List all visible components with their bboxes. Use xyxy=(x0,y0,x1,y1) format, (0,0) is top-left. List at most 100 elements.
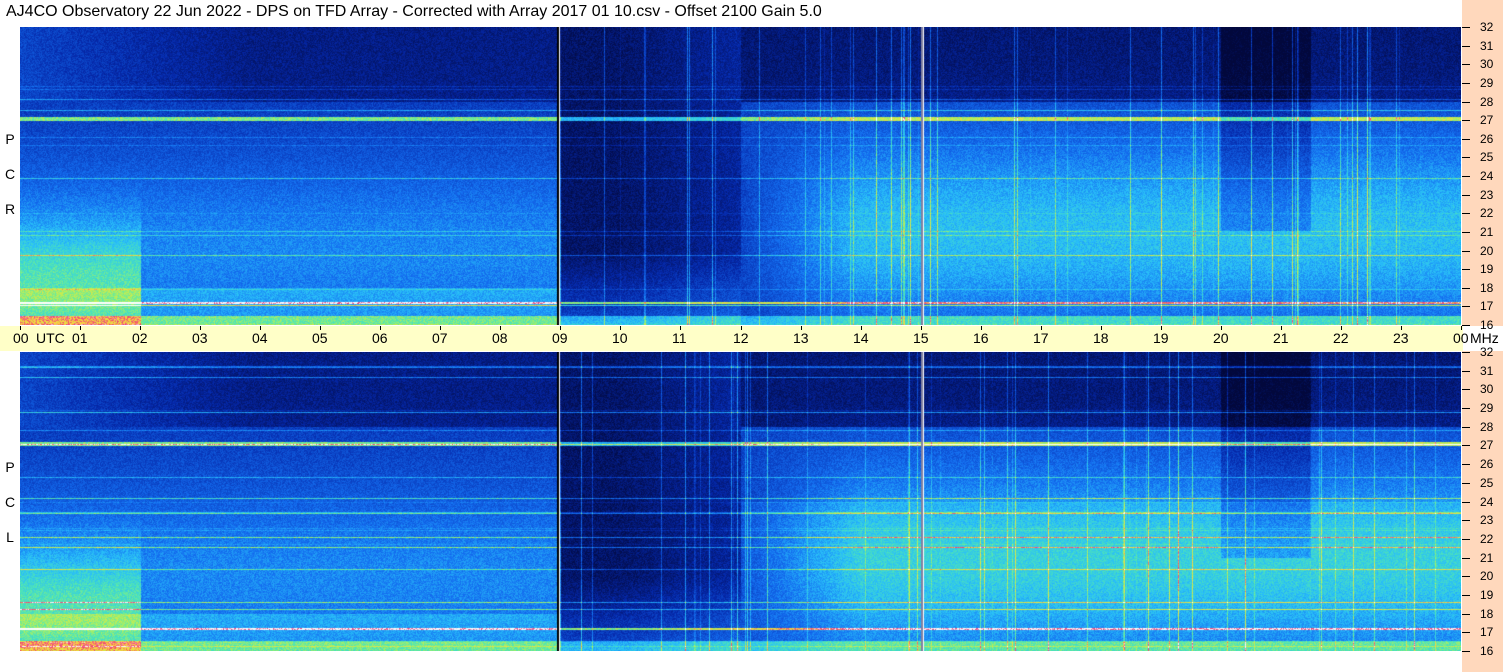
frequency-tick-label: 21 xyxy=(1480,551,1494,565)
time-axis: 00 01 02 03 04 05 06 07 08 09 10 11 12 13 14 15 16 17 18 19… xyxy=(0,326,1499,351)
frequency-tick-mark xyxy=(1462,408,1470,409)
time-tick-label: 10 xyxy=(612,330,628,346)
frequency-tick-label: 22 xyxy=(1480,532,1494,546)
time-tick-label: 02 xyxy=(132,330,148,346)
frequency-tick-label: 16 xyxy=(1480,318,1494,332)
time-tick-label: 04 xyxy=(252,330,268,346)
time-tick-label: 20 xyxy=(1213,330,1229,346)
frequency-tick-label: 29 xyxy=(1480,401,1494,415)
lcp-letter-c: C xyxy=(4,494,16,510)
frequency-tick-mark xyxy=(1462,102,1470,103)
time-tick-label: 22 xyxy=(1333,330,1349,346)
time-tick-label: 21 xyxy=(1273,330,1289,346)
frequency-tick-mark xyxy=(1462,445,1470,446)
spectrogram-rcp xyxy=(20,27,1461,325)
frequency-axis-rcp: 16 17 18 19 20 21 22 23 24 25 26 27 28 29 30 31 32 xyxy=(1462,0,1503,331)
frequency-tick-mark xyxy=(1462,195,1470,196)
frequency-tick-label: 23 xyxy=(1480,188,1494,202)
frequency-tick-label: 29 xyxy=(1480,76,1494,90)
frequency-tick-mark xyxy=(1462,576,1470,577)
frequency-tick-label: 20 xyxy=(1480,569,1494,583)
frequency-tick-label: 22 xyxy=(1480,206,1494,220)
time-tick-label: 07 xyxy=(432,330,448,346)
frequency-tick-label: 30 xyxy=(1480,57,1494,71)
frequency-tick-mark xyxy=(1462,325,1470,326)
frequency-tick-label: 31 xyxy=(1480,364,1494,378)
frequency-tick-mark xyxy=(1462,558,1470,559)
rcp-letter-p: P xyxy=(5,131,15,147)
frequency-tick-label: 27 xyxy=(1480,438,1494,452)
frequency-tick-label: 24 xyxy=(1480,169,1494,183)
frequency-tick-mark xyxy=(1462,632,1470,633)
frequency-tick-mark xyxy=(1462,306,1470,307)
spectrogram-lcp-canvas xyxy=(20,352,1461,651)
frequency-tick-label: 23 xyxy=(1480,513,1494,527)
time-tick-label: 06 xyxy=(372,330,388,346)
frequency-tick-label: 24 xyxy=(1480,495,1494,509)
time-tick-label: 12 xyxy=(733,330,749,346)
rcp-letter-c: C xyxy=(4,166,16,182)
time-tick-label: 15 xyxy=(913,330,929,346)
frequency-tick-mark xyxy=(1462,614,1470,615)
time-tick-label: 17 xyxy=(1033,330,1049,346)
frequency-tick-label: 19 xyxy=(1480,262,1494,276)
time-tick-label: 19 xyxy=(1153,330,1169,346)
time-tick-label: 09 xyxy=(552,330,568,346)
frequency-tick-label: 16 xyxy=(1480,644,1494,658)
time-tick-label: 16 xyxy=(973,330,989,346)
frequency-tick-mark xyxy=(1462,483,1470,484)
time-tick-label: 11 xyxy=(672,330,687,346)
time-tick-label: 00 xyxy=(1453,330,1469,346)
spectrogram-rcp-canvas xyxy=(20,27,1461,325)
frequency-tick-label: 18 xyxy=(1480,281,1494,295)
frequency-tick-mark xyxy=(1462,269,1470,270)
frequency-tick-label: 26 xyxy=(1480,132,1494,146)
time-tick-label: 18 xyxy=(1093,330,1109,346)
frequency-tick-mark xyxy=(1462,427,1470,428)
frequency-axis-lcp: 16 17 18 19 20 21 22 23 24 25 26 27 28 29 30 31 32 xyxy=(1462,346,1503,672)
frequency-tick-label: 17 xyxy=(1480,299,1494,313)
lcp-letter-l: L xyxy=(6,529,14,545)
frequency-tick-mark xyxy=(1462,46,1470,47)
frequency-tick-label: 30 xyxy=(1480,382,1494,396)
frequency-tick-mark xyxy=(1462,64,1470,65)
frequency-tick-label: 19 xyxy=(1480,588,1494,602)
time-unit-label: UTC xyxy=(36,330,65,346)
frequency-tick-mark xyxy=(1462,595,1470,596)
frequency-tick-mark xyxy=(1462,539,1470,540)
time-tick-label: 23 xyxy=(1393,330,1409,346)
time-tick-label: 05 xyxy=(312,330,328,346)
time-tick-label: 14 xyxy=(853,330,869,346)
frequency-tick-mark xyxy=(1462,251,1470,252)
chart-title: AJ4CO Observatory 22 Jun 2022 - DPS on T… xyxy=(6,3,822,20)
frequency-tick-mark xyxy=(1462,157,1470,158)
frequency-tick-mark xyxy=(1462,502,1470,503)
frequency-tick-mark xyxy=(1462,213,1470,214)
frequency-tick-label: 25 xyxy=(1480,150,1494,164)
rcp-letter-r: R xyxy=(4,201,16,217)
spectrogram-lcp xyxy=(20,352,1461,651)
frequency-tick-mark xyxy=(1462,520,1470,521)
frequency-tick-mark xyxy=(1462,139,1470,140)
time-tick-label: 08 xyxy=(492,330,508,346)
frequency-tick-label: 27 xyxy=(1480,113,1494,127)
time-tick-label: 13 xyxy=(793,330,809,346)
frequency-tick-mark xyxy=(1462,651,1470,652)
frequency-tick-mark xyxy=(1462,352,1470,353)
frequency-unit-label: MHz xyxy=(1470,330,1499,346)
lcp-letter-p: P xyxy=(5,459,15,475)
frequency-tick-label: 17 xyxy=(1480,625,1494,639)
frequency-tick-label: 20 xyxy=(1480,244,1494,258)
frequency-tick-label: 28 xyxy=(1480,420,1494,434)
frequency-tick-mark xyxy=(1462,371,1470,372)
frequency-tick-label: 31 xyxy=(1480,39,1494,53)
frequency-tick-mark xyxy=(1462,120,1470,121)
frequency-tick-label: 21 xyxy=(1480,225,1494,239)
frequency-tick-mark xyxy=(1462,27,1470,28)
frequency-tick-mark xyxy=(1462,464,1470,465)
time-tick-label: 01 xyxy=(72,330,88,346)
frequency-tick-mark xyxy=(1462,83,1470,84)
time-tick-label: 03 xyxy=(192,330,208,346)
frequency-tick-label: 18 xyxy=(1480,607,1494,621)
frequency-tick-mark xyxy=(1462,232,1470,233)
